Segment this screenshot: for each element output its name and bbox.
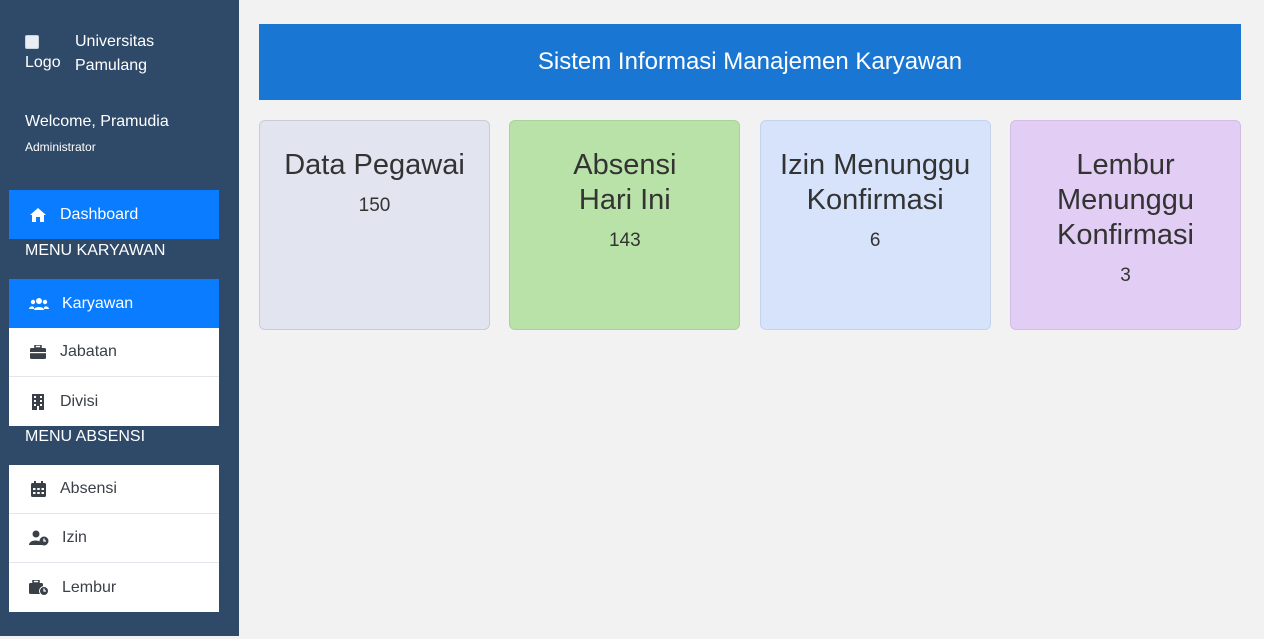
user-role: Administrator: [25, 140, 96, 154]
calendar-icon: [29, 480, 47, 498]
karyawan-menu: Karyawan Jabatan Divisi: [9, 279, 219, 426]
user-clock-icon: [29, 529, 49, 547]
dashboard-menu: Dashboard: [9, 190, 219, 239]
sidebar-item-label: Lembur: [62, 578, 117, 596]
sidebar-item-izin[interactable]: Izin: [9, 514, 219, 563]
card-title: Lembur Menunggu Konfirmasi: [1056, 149, 1195, 251]
briefcase-icon: [29, 343, 47, 361]
sidebar-item-jabatan[interactable]: Jabatan: [9, 328, 219, 377]
card-lembur-menunggu[interactable]: Lembur Menunggu Konfirmasi 3: [1009, 120, 1241, 330]
welcome-text: Welcome, Pramudia: [25, 113, 169, 130]
sidebar-item-karyawan[interactable]: Karyawan: [9, 279, 219, 328]
card-value: 143: [608, 230, 641, 251]
sidebar-item-label: Izin: [62, 529, 87, 546]
page-title: Sistem Informasi Manajemen Karyawan: [259, 24, 1241, 100]
sidebar-item-label: Karyawan: [62, 294, 134, 312]
card-izin-menunggu[interactable]: Izin Menunggu Konfirmasi 6: [759, 120, 991, 330]
card-title: Izin Menunggu Konfirmasi: [780, 149, 971, 216]
card-absensi-hari-ini[interactable]: Absensi Hari Ini 143: [509, 120, 741, 330]
brand[interactable]: Logo Universitas Pamulang: [25, 33, 165, 78]
sidebar-item-dashboard[interactable]: Dashboard: [9, 190, 219, 239]
sidebar-item-label: Absensi: [60, 480, 117, 497]
broken-image-icon: [25, 35, 39, 49]
sidebar-item-label: Jabatan: [60, 343, 117, 360]
home-icon: [29, 206, 47, 224]
card-data-pegawai[interactable]: Data Pegawai 150: [259, 120, 490, 330]
card-title: Data Pegawai: [284, 149, 465, 181]
section-menu-karyawan: MENU KARYAWAN: [25, 242, 166, 259]
sidebar-item-absensi[interactable]: Absensi: [9, 465, 219, 514]
logo-image: Logo: [25, 33, 70, 78]
building-icon: [29, 393, 47, 411]
sidebar-item-divisi[interactable]: Divisi: [9, 377, 219, 426]
business-time-icon: [29, 579, 49, 597]
logo-alt-text: Logo: [25, 54, 61, 71]
absensi-menu: Absensi Izin Lembur: [9, 465, 219, 612]
brand-name: Universitas Pamulang: [75, 33, 155, 74]
card-value: 150: [358, 195, 391, 216]
sidebar-item-label: Divisi: [60, 392, 99, 410]
sidebar: Logo Universitas Pamulang Welcome, Pramu…: [0, 0, 239, 636]
main-content: Sistem Informasi Manajemen Karyawan Data…: [239, 0, 1262, 636]
users-icon: [29, 295, 49, 313]
card-title: Absensi Hari Ini: [573, 149, 677, 216]
sidebar-item-lembur[interactable]: Lembur: [9, 563, 219, 612]
card-value: 3: [1120, 265, 1131, 286]
section-menu-absensi: MENU ABSENSI: [25, 428, 146, 445]
stat-cards: Data Pegawai 150 Absensi Hari Ini 143 Iz…: [259, 120, 1241, 330]
sidebar-item-label: Dashboard: [60, 205, 139, 223]
card-value: 6: [869, 230, 881, 251]
